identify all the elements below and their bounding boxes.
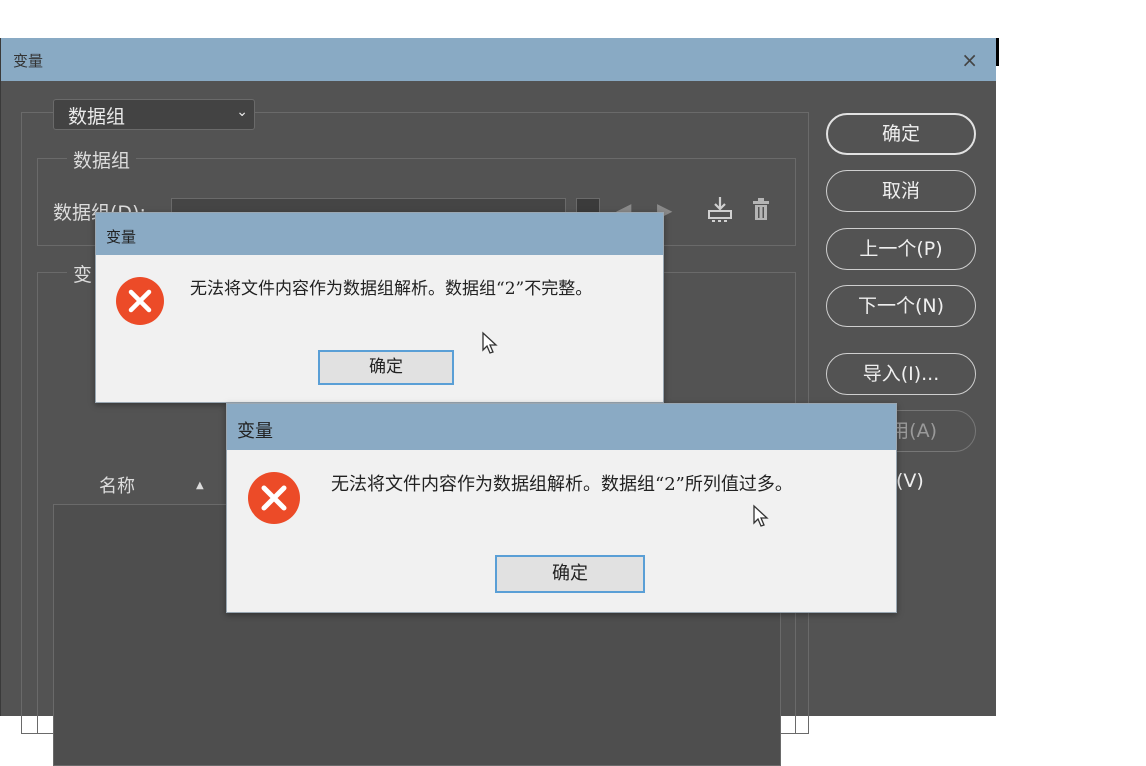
dialog-1-message: 无法将文件内容作为数据组解析。数据组“2”不完整。 <box>190 279 593 299</box>
save-dataset-icon[interactable] <box>705 194 735 230</box>
dataset-dropdown-value: 数据组 <box>68 106 126 128</box>
dialog-1-title-bar[interactable]: 变量 <box>96 213 663 255</box>
delete-dataset-icon[interactable] <box>751 198 771 228</box>
import-button[interactable]: 导入(I)... <box>826 353 976 395</box>
cursor-icon <box>482 331 498 354</box>
dialog-1-ok-button[interactable]: 确定 <box>318 350 454 385</box>
dialog-2-title: 变量 <box>237 421 273 442</box>
error-icon <box>248 472 300 524</box>
window-title-bar[interactable]: 变量 × <box>1 38 999 81</box>
variables-group-label: 变 <box>67 260 99 287</box>
error-dialog-1: 变量 无法将文件内容作为数据组解析。数据组“2”不完整。 确定 <box>95 212 664 403</box>
error-icon <box>116 277 164 325</box>
error-dialog-2: 变量 无法将文件内容作为数据组解析。数据组“2”所列值过多。 确定 <box>226 403 897 613</box>
chevron-down-icon: ⌄ <box>236 104 248 120</box>
next-button[interactable]: 下一个(N) <box>826 285 976 327</box>
dialog-2-title-bar[interactable]: 变量 <box>227 404 896 450</box>
cancel-button[interactable]: 取消 <box>826 170 976 212</box>
dataset-dropdown[interactable]: 数据组 ⌄ <box>53 99 255 130</box>
dataset-group-label: 数据组 <box>67 146 137 173</box>
ok-button[interactable]: 确定 <box>826 113 976 155</box>
preview-checkbox-label[interactable]: (V) <box>896 470 924 492</box>
prev-button[interactable]: 上一个(P) <box>826 228 976 270</box>
dialog-2-ok-button[interactable]: 确定 <box>495 555 645 593</box>
close-icon[interactable]: × <box>961 48 978 72</box>
dialog-1-title: 变量 <box>106 228 137 246</box>
cursor-icon <box>753 504 769 527</box>
list-header-name[interactable]: 名称 <box>99 472 135 498</box>
sort-asc-icon[interactable]: ▲ <box>196 480 204 491</box>
window-edge <box>996 38 999 66</box>
dialog-2-message: 无法将文件内容作为数据组解析。数据组“2”所列值过多。 <box>331 474 793 495</box>
window-title: 变量 <box>13 52 44 70</box>
